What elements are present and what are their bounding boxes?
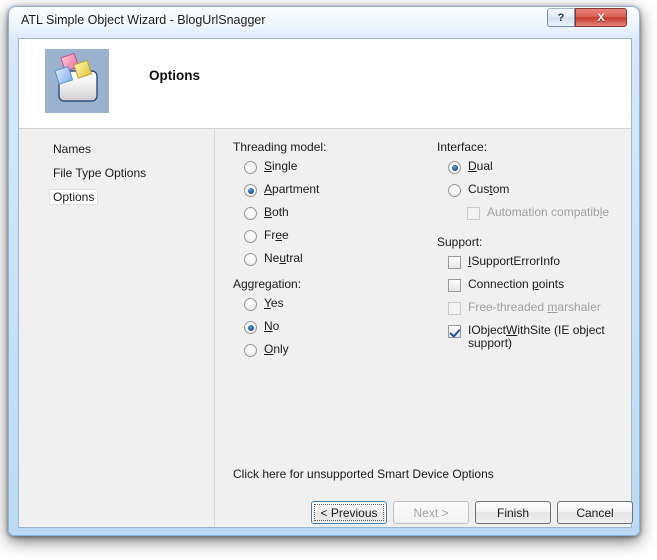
next-button-label: Next > [413,505,449,520]
close-icon: X [597,11,605,24]
wizard-body: Names File Type Options Options Threadin… [19,128,631,527]
radio-label: Yes [264,296,284,310]
checkbox-indicator[interactable] [448,279,461,292]
radio-indicator[interactable] [244,161,257,174]
radio-indicator[interactable] [244,207,257,220]
radio-threading-neutral[interactable]: Neutral [244,252,303,266]
next-button: Next > [393,501,469,524]
checkbox-indicator [448,302,461,315]
help-button[interactable]: ? [547,8,575,27]
cancel-button-label: Cancel [576,505,614,520]
checkbox-indicator[interactable] [448,325,461,338]
radio-indicator[interactable] [244,344,257,357]
radio-threading-apartment[interactable]: Apartment [244,183,319,197]
title-bar[interactable]: ATL Simple Object Wizard - BlogUrlSnagge… [9,7,641,37]
wizard-object-icon [45,49,109,113]
interface-label: Interface: [437,140,488,154]
radio-label: Apartment [264,182,320,196]
checkbox-iobjectwithsite[interactable]: IObjectWithSite (IE object support) [448,324,613,350]
radio-indicator[interactable] [244,253,257,266]
threading-model-label: Threading model: [233,140,327,154]
radio-interface-custom[interactable]: Custom [448,183,509,197]
checkbox-connection-points[interactable]: Connection points [448,278,564,292]
radio-indicator[interactable] [244,298,257,311]
sidebar-item-options[interactable]: Options [49,189,99,205]
checkbox-label: ISupportErrorInfo [468,254,561,268]
radio-indicator[interactable] [244,230,257,243]
window-title: ATL Simple Object Wizard - BlogUrlSnagge… [21,13,266,27]
checkbox-label: Connection points [468,277,565,291]
help-icon: ? [557,11,565,24]
checkbox-indicator[interactable] [448,256,461,269]
cancel-button[interactable]: Cancel [557,501,633,524]
checkbox-isupporterrorinfo[interactable]: ISupportErrorInfo [448,255,560,269]
options-content-pane: Threading model: Single Apartment Both F… [215,129,631,527]
radio-label: Free [264,228,289,242]
wizard-sidebar: Names File Type Options Options [19,129,215,527]
sidebar-item-names[interactable]: Names [49,141,95,157]
radio-indicator[interactable] [244,184,257,197]
radio-label: Single [264,159,298,173]
checkbox-indicator [467,207,480,220]
checkbox-free-threaded-marshaler: Free-threaded marshaler [448,301,601,315]
aggregation-label: Aggregation: [233,277,302,291]
radio-label: Dual [468,159,493,173]
close-button[interactable]: X [575,8,627,27]
radio-indicator[interactable] [448,161,461,174]
radio-label: Custom [468,182,510,196]
radio-aggregation-yes[interactable]: Yes [244,297,284,311]
previous-button-label: < Previous [320,505,378,520]
page-title: Options [149,68,200,83]
radio-aggregation-no[interactable]: No [244,320,279,334]
finish-button[interactable]: Finish [475,501,551,524]
radio-threading-single[interactable]: Single [244,160,297,174]
radio-indicator[interactable] [448,184,461,197]
radio-threading-both[interactable]: Both [244,206,289,220]
checkbox-label: IObjectWithSite (IE object support) [468,323,605,350]
previous-button[interactable]: < Previous [311,501,387,524]
support-label: Support: [437,235,483,249]
radio-indicator[interactable] [244,321,257,334]
radio-aggregation-only[interactable]: Only [244,343,289,357]
sidebar-item-file-type-options[interactable]: File Type Options [49,165,150,181]
radio-threading-free[interactable]: Free [244,229,289,243]
checkbox-automation-compatible: Automation compatible [467,206,609,220]
wizard-object-icon-svg [54,52,98,102]
checkbox-label: Free-threaded marshaler [468,300,601,314]
dialog-window: ATL Simple Object Wizard - BlogUrlSnagge… [8,6,640,536]
finish-button-label: Finish [496,505,529,520]
checkbox-label: Automation compatible [487,205,610,219]
radio-interface-dual[interactable]: Dual [448,160,493,174]
smart-device-options-link[interactable]: Click here for unsupported Smart Device … [233,467,494,481]
dialog-client-area: Options Names File Type Options Options … [18,38,632,528]
wizard-header: Options [19,39,631,128]
radio-label: Only [264,342,289,356]
dialog-button-bar: < Previous Next > Finish Cancel [18,496,633,541]
radio-label: Both [264,205,289,219]
radio-label: Neutral [264,251,303,265]
radio-label: No [264,319,280,333]
